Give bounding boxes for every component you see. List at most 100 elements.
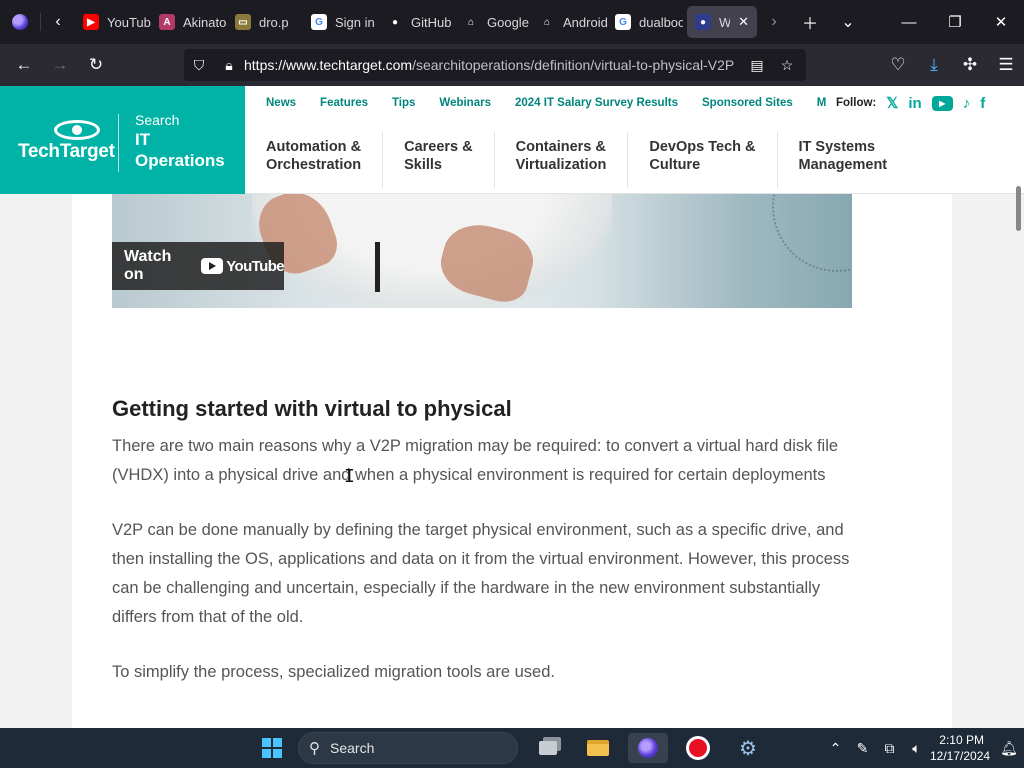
browser-tab[interactable]: G Sign in [303,6,379,38]
paragraph: To simplify the process, specialized mig… [112,662,555,681]
volume-icon[interactable]: 🔈︎ [903,740,930,757]
techtarget-eye-icon [54,120,100,140]
windows-start-button[interactable] [262,738,282,758]
topic-label: Culture [649,157,701,173]
topic-nav-item[interactable]: Containers & Virtualization [495,132,629,188]
youtube-icon[interactable]: ▶ [931,95,953,111]
follow-label: Follow: [836,97,877,109]
x-icon[interactable]: 𝕏 [886,94,898,112]
minimize-button[interactable]: — [886,0,932,44]
firefox-view-button[interactable] [0,0,40,44]
tiktok-icon[interactable]: ♪ [963,95,971,112]
back-button[interactable]: ← [6,47,42,83]
tab-title: Android [563,14,607,30]
tab-scroll-left-button[interactable]: ‹ [41,0,75,44]
search-placeholder: Search [330,740,375,756]
video-frame-detail [375,242,380,292]
restore-button[interactable]: ❐ [932,0,978,44]
browser-tab[interactable]: A Akinator [151,6,227,38]
taskbar-search[interactable]: ⚲ Search [298,732,518,764]
top-link[interactable]: Sponsored Sites [702,97,793,109]
tab-title: dro.p [259,14,289,30]
favicon-icon: ⌂ [463,14,479,30]
close-window-button[interactable]: ✕ [978,0,1024,44]
tab-list: ▶ YouTube A Akinator ▭ dro.p G Sign in ● GitHub ⌂ G… [75,6,757,38]
forward-button[interactable]: → [42,47,78,83]
url-host: https://www.techtarget.com [244,57,413,73]
url-path: /searchitoperations/definition/virtual-t… [412,57,735,73]
follow-bar: Follow: 𝕏 in ▶ ♪ f [836,94,985,113]
list-all-tabs-button[interactable]: ⌄ [829,0,867,44]
bookmark-star-icon[interactable]: ☆ [772,57,802,74]
tab-title: dualboot [639,14,683,30]
pocket-icon[interactable]: ♡ [880,47,916,83]
browser-tab[interactable]: ● GitHub [379,6,455,38]
close-tab-icon[interactable]: ✕ [738,14,749,30]
top-link[interactable]: M [817,97,827,109]
settings-gear-icon[interactable]: ⚙ [728,733,768,763]
article-body: Getting started with virtual to physical… [112,396,852,712]
youtube-logo-text: YouTube [226,257,284,275]
favicon-icon: A [159,14,175,30]
clock-time: 2:10 PM [939,733,984,747]
browser-tab[interactable]: ▶ YouTube [75,6,151,38]
search-label: Search [135,112,180,128]
firefox-taskbar-icon[interactable] [628,733,668,763]
topic-nav-item[interactable]: Automation & Orchestration [245,132,384,188]
favicon-icon: G [311,14,327,30]
site-logo[interactable]: TechTarget Search IT Operations [0,86,245,194]
browser-tab[interactable]: ⌂ Android [531,6,607,38]
recorder-icon[interactable] [678,733,718,763]
file-explorer-icon[interactable] [578,733,618,763]
notification-bell-icon[interactable]: 🔔︎ [994,740,1024,757]
taskbar: ⚲ Search ⚙ ⌃ ✎ ⧉ 🔈︎ 2:10 PM 12/17/2024 🔔… [0,728,1024,768]
topic-label: Management [798,157,888,173]
tab-scroll-right-button[interactable]: › [757,0,791,44]
extensions-icon[interactable]: ✣ [952,47,988,83]
pen-icon[interactable]: ✎ [849,740,876,757]
site-header: TechTarget Search IT Operations News Feat… [0,86,1024,194]
topic-label: Containers & [515,139,606,155]
tab-title: Google [487,14,529,30]
shield-icon[interactable]: ⛉ [184,57,214,74]
browser-tab[interactable]: Gdualboot [607,6,683,38]
url-text[interactable]: https://www.techtarget.com/searchitopera… [244,57,742,73]
top-links: News Features Tips Webinars 2024 IT Salary S… [266,97,826,109]
nav-bar: ← → ↻ ⛉ 🔒︎ https://www.techtarget.com/se… [0,44,1024,86]
top-link[interactable]: Tips [392,97,415,109]
top-link[interactable]: News [266,97,296,109]
watch-on-label: Watch on [124,248,172,283]
favicon-icon: ▭ [235,14,251,30]
topic-nav-item[interactable]: Careers & Skills [383,132,495,188]
favicon-icon: ▶ [83,14,99,30]
watch-on-youtube-button[interactable]: Watch on YouTube [112,242,285,290]
top-link[interactable]: Webinars [439,97,491,109]
topic-label: DevOps Tech & [649,139,756,155]
reload-button[interactable]: ↻ [78,47,114,83]
top-link[interactable]: Features [320,97,368,109]
screen: ‹ ▶ YouTube A Akinator ▭ dro.p G Sign in ● GitHub… [0,0,1024,768]
topic-nav-item[interactable]: IT Systems Management [778,132,909,188]
linkedin-icon[interactable]: in [908,95,921,112]
browser-tab[interactable]: ▭ dro.p [227,6,303,38]
task-view-icon[interactable] [528,733,568,763]
reader-view-icon[interactable]: ▤ [742,57,772,74]
page-scrollbar[interactable] [1016,186,1021,231]
clock[interactable]: 2:10 PM 12/17/2024 [930,732,994,764]
new-tab-button[interactable]: ＋ [791,0,829,44]
favicon-icon: ● [695,14,711,30]
address-bar[interactable]: ⛉ 🔒︎ https://www.techtarget.com/searchit… [184,49,806,81]
browser-tab[interactable]: ● Wh ✕ [687,6,757,38]
topic-nav-item[interactable]: DevOps Tech & Culture [628,132,778,188]
downloads-icon[interactable]: ⤓ [916,47,952,83]
lock-icon[interactable]: 🔒︎ [214,57,244,74]
section-name: Operations [135,151,225,170]
browser-tab[interactable]: ⌂ Google [455,6,531,38]
chevron-up-icon[interactable]: ⌃ [822,740,849,757]
menu-icon[interactable]: ☰ [988,47,1024,83]
top-link[interactable]: 2024 IT Salary Survey Results [515,97,678,109]
network-icon[interactable]: ⧉ [876,740,903,757]
youtube-logo: YouTube [201,257,285,275]
tab-strip: ‹ ▶ YouTube A Akinator ▭ dro.p G Sign in ● GitHub… [0,0,1024,44]
facebook-icon[interactable]: f [980,95,985,112]
